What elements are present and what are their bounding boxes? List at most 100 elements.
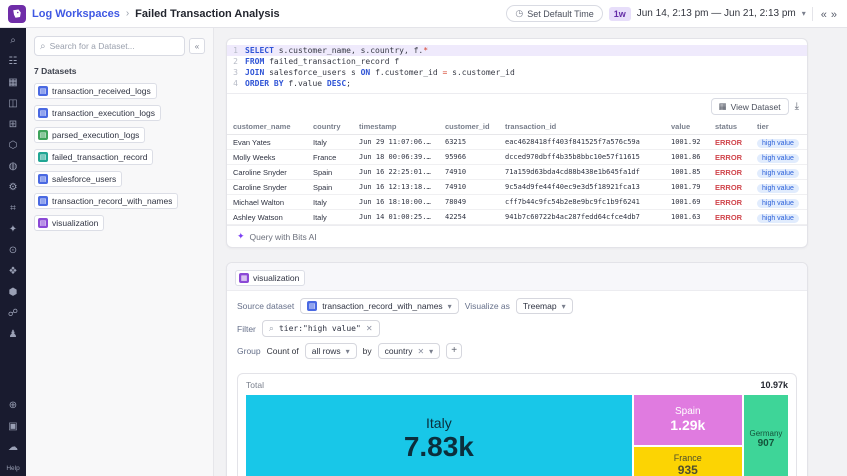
table-row[interactable]: Michael WaltonItalyJun 16 18:10:00.92678…	[227, 195, 807, 210]
cell: high value	[751, 165, 807, 180]
chevron-down-icon: ▾	[429, 347, 433, 356]
download-icon[interactable]: ⤓	[795, 101, 799, 112]
column-header[interactable]: timestamp	[353, 119, 439, 135]
results-toolbar: ▦ View Dataset ⤓	[227, 93, 807, 119]
dataset-item[interactable]: ▤salesforce_users	[34, 171, 122, 187]
breadcrumb-workspaces-link[interactable]: Log Workspaces	[32, 8, 120, 20]
group-by-chip[interactable]: country ✕ ▾	[378, 343, 441, 359]
sidebar-icon[interactable]: ▦	[8, 78, 17, 88]
table-row[interactable]: Molly WeeksFranceJun 18 00:06:39.8489596…	[227, 150, 807, 165]
sidebar-icon[interactable]: ❖	[9, 267, 18, 277]
cell: 74910	[439, 165, 499, 180]
sidebar-icon[interactable]: ◫	[8, 99, 17, 109]
dataset-list-row: ▤transaction_received_logs	[34, 80, 205, 102]
table-row[interactable]: Caroline SnyderSpainJun 16 12:13:18.1897…	[227, 180, 807, 195]
sidebar-icon[interactable]: ♟	[9, 330, 18, 340]
visualize-as-select[interactable]: Treemap ▾	[516, 298, 573, 314]
sql-editor[interactable]: 1SELECT s.customer_name, s.country, f.*2…	[227, 39, 807, 93]
sidebar-icon[interactable]: ☁	[8, 443, 18, 453]
dataset-item[interactable]: ▤visualization	[34, 215, 104, 231]
dataset-list-row: ▤visualization	[34, 212, 205, 234]
sidebar-icon[interactable]: ⌗	[10, 204, 16, 214]
cell: Molly Weeks	[227, 150, 307, 165]
column-header[interactable]: country	[307, 119, 353, 135]
sidebar-icon[interactable]: ⊕	[9, 401, 17, 411]
view-dataset-button[interactable]: ▦ View Dataset	[711, 98, 789, 115]
body-row: ⌕ ☷ ▦ ◫ ⊞ ⬡ ◍ ⚙ ⌗ ✦ ⊙ ❖ ⬢ ☍ ♟ ⊕ ▣ ☁ Help ⌕ « 7 Datasets …	[0, 28, 847, 476]
rows-value: all rows	[312, 346, 341, 356]
tier-badge: high value	[757, 139, 799, 148]
dataset-list-row: ▤parsed_execution_logs	[34, 124, 205, 146]
table-row[interactable]: Ashley WatsonItalyJun 14 01:00:25.461422…	[227, 210, 807, 225]
group-row: Group Count of all rows ▾ by country ✕ ▾…	[237, 343, 797, 359]
column-header[interactable]: status	[709, 119, 751, 135]
app-logo-icon[interactable]	[8, 5, 26, 23]
chevron-down-icon: ▾	[448, 302, 452, 311]
datasets-panel: ⌕ « 7 Datasets ▤transaction_received_log…	[26, 28, 214, 476]
treemap-block-value: 7.83k	[404, 431, 474, 463]
sidebar-icon[interactable]: ☷	[9, 57, 18, 67]
treemap-block-france[interactable]: France935	[634, 447, 742, 476]
sidebar-icon[interactable]: ⊙	[9, 246, 17, 256]
cell: Caroline Snyder	[227, 165, 307, 180]
help-label[interactable]: Help	[6, 465, 19, 472]
table-row[interactable]: Caroline SnyderSpainJun 16 22:25:01.1957…	[227, 165, 807, 180]
clock-icon: ◷	[515, 8, 523, 19]
treemap-block-spain[interactable]: Spain1.29k	[634, 395, 742, 445]
dataset-item[interactable]: ▤failed_transaction_record	[34, 149, 153, 165]
chevron-down-icon[interactable]: ▾	[802, 9, 806, 18]
cell: high value	[751, 150, 807, 165]
sql-code-line: ORDER BY f.value DESC;	[245, 78, 351, 89]
panel-collapse-button[interactable]: «	[189, 38, 205, 54]
sidebar-icon[interactable]: ☍	[8, 309, 18, 319]
set-default-time-button[interactable]: ◷ Set Default Time	[506, 5, 602, 22]
skip-forward-icon[interactable]: »	[829, 9, 839, 21]
column-header[interactable]: customer_name	[227, 119, 307, 135]
cell: 71a159d63bda4cd88b438e1b645fa1df	[499, 165, 665, 180]
sidebar-icon[interactable]: ⬡	[9, 141, 18, 151]
dataset-item[interactable]: ▤transaction_received_logs	[34, 83, 157, 99]
cell: Jun 16 12:13:18.189	[353, 180, 439, 195]
time-range-badge[interactable]: 1w	[609, 7, 631, 21]
visualization-tag[interactable]: ▦ visualization	[235, 270, 305, 286]
sidebar-icon[interactable]: ✦	[9, 225, 17, 235]
search-input[interactable]	[50, 41, 179, 51]
close-icon[interactable]: ✕	[417, 347, 424, 356]
dataset-item[interactable]: ▤transaction_execution_logs	[34, 105, 161, 121]
status-badge: ERROR	[715, 168, 742, 177]
group-label: Group	[237, 346, 261, 356]
dataset-label: transaction_received_logs	[52, 86, 151, 96]
tier-badge: high value	[757, 154, 799, 163]
query-bits-ai-button[interactable]: Query with Bits AI	[250, 232, 317, 242]
sidebar-icon[interactable]: ⬢	[9, 288, 18, 298]
cell: Jun 29 11:07:06.086	[353, 135, 439, 150]
treemap-block-italy[interactable]: Italy7.83k	[246, 395, 632, 476]
skip-back-icon[interactable]: «	[819, 9, 829, 21]
sidebar-icon[interactable]: ◍	[9, 162, 18, 172]
cell: 1001.69	[665, 195, 709, 210]
rows-select[interactable]: all rows ▾	[305, 343, 357, 359]
cell: ERROR	[709, 195, 751, 210]
source-dataset-select[interactable]: ▤ transaction_record_with_names ▾	[300, 298, 459, 314]
sidebar-icon[interactable]: ⊞	[9, 120, 17, 130]
dataset-item[interactable]: ▤parsed_execution_logs	[34, 127, 145, 143]
sidebar-icon[interactable]: ▣	[8, 422, 17, 432]
column-header[interactable]: tier	[751, 119, 807, 135]
tier-badge: high value	[757, 199, 799, 208]
time-range-text[interactable]: Jun 14, 2:13 pm — Jun 21, 2:13 pm	[637, 8, 796, 19]
filter-chip[interactable]: ⌕ tier:"high value" ✕	[262, 320, 380, 337]
dataset-item[interactable]: ▤transaction_record_with_names	[34, 193, 178, 209]
dataset-label: failed_transaction_record	[52, 152, 147, 162]
add-group-button[interactable]: +	[446, 343, 462, 359]
column-header[interactable]: customer_id	[439, 119, 499, 135]
set-default-time-label: Set Default Time	[527, 9, 594, 19]
column-header[interactable]: transaction_id	[499, 119, 665, 135]
close-icon[interactable]: ✕	[366, 324, 373, 333]
sidebar-icon[interactable]: ⚙	[9, 183, 18, 193]
line-number: 4	[227, 78, 245, 89]
sidebar-icon[interactable]: ⌕	[10, 36, 16, 46]
dataset-search[interactable]: ⌕	[34, 36, 185, 56]
table-row[interactable]: Evan YatesItalyJun 29 11:07:06.08663215e…	[227, 135, 807, 150]
column-header[interactable]: value	[665, 119, 709, 135]
treemap-block-germany[interactable]: Germany907	[744, 395, 788, 476]
